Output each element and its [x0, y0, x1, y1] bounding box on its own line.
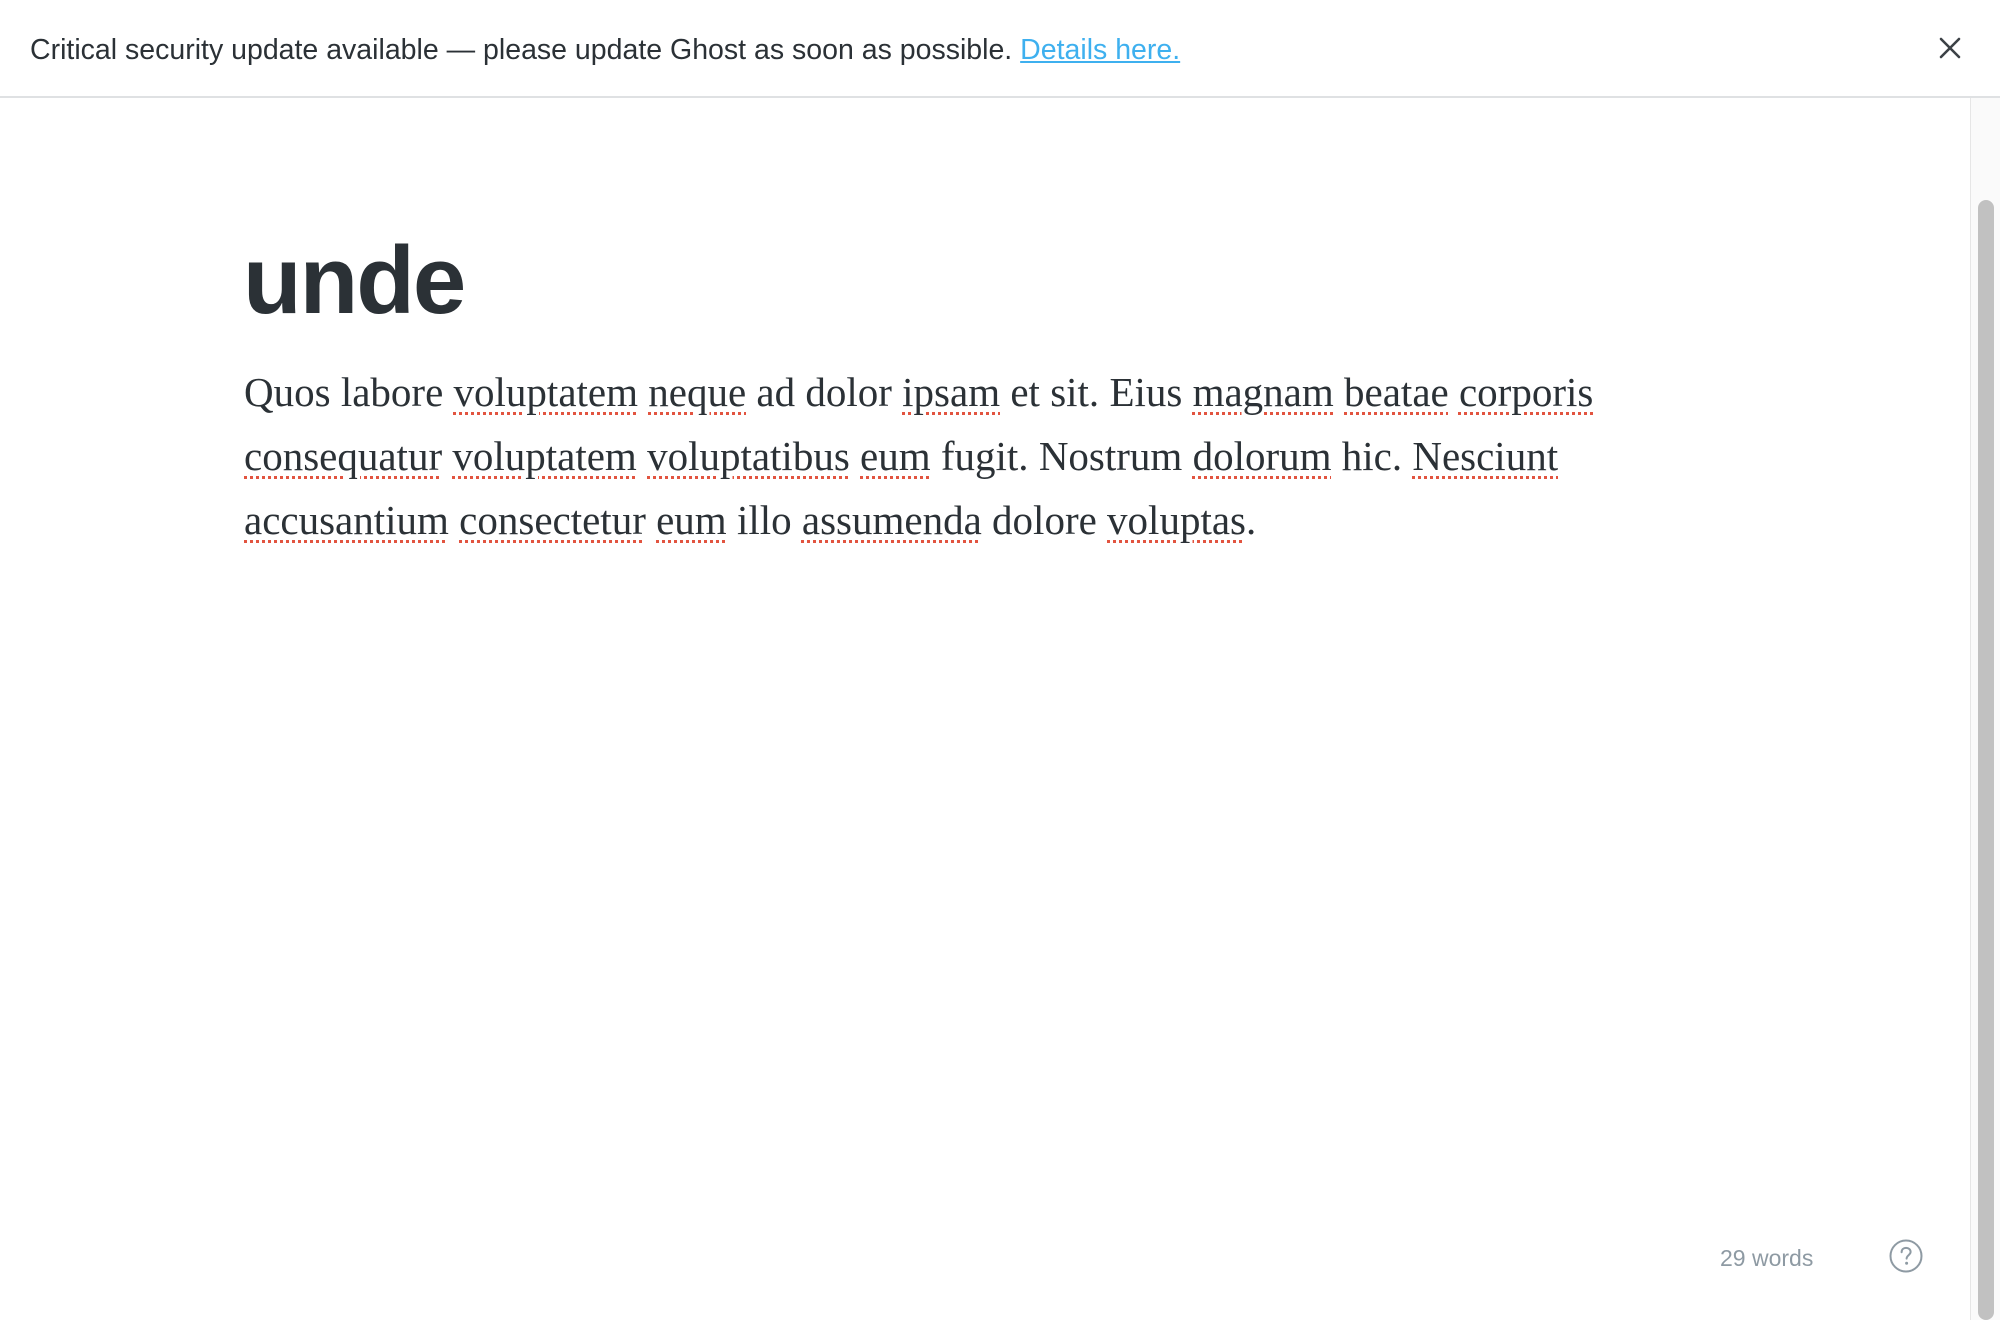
body-punctuation: .	[1245, 497, 1257, 543]
body-word: hic.	[1341, 433, 1403, 479]
post-body[interactable]: Quos labore voluptatem neque ad dolor ip…	[244, 360, 1744, 552]
banner-message: Critical security update available — ple…	[30, 34, 1013, 66]
body-word: accusantium	[244, 497, 449, 543]
banner-text: Critical security update available — ple…	[30, 30, 1180, 70]
notification-banner: Critical security update available — ple…	[0, 0, 2000, 98]
body-word: fugit.	[940, 433, 1029, 479]
body-word: sit.	[1050, 369, 1100, 415]
body-word: Nesciunt	[1412, 433, 1559, 479]
body-word: eum	[860, 433, 931, 479]
body-word: voluptas	[1107, 497, 1246, 543]
body-word: consectetur	[459, 497, 646, 543]
body-word: Quos	[244, 369, 331, 415]
body-word: Nostrum	[1038, 433, 1183, 479]
scrollbar-thumb[interactable]	[1978, 200, 1994, 1320]
help-button[interactable]	[1888, 1238, 1924, 1274]
details-link[interactable]: Details here.	[1020, 34, 1180, 66]
banner-close-button[interactable]	[1932, 30, 1968, 66]
body-word: dolor	[805, 369, 892, 415]
body-word: illo	[736, 497, 792, 543]
post-title[interactable]: unde	[243, 226, 466, 336]
editor-canvas[interactable]: unde Quos labore voluptatem neque ad dol…	[0, 98, 1970, 1320]
body-word: neque	[648, 369, 747, 415]
body-word: corporis	[1458, 369, 1594, 415]
help-icon	[1889, 1239, 1923, 1273]
body-word: ad	[756, 369, 796, 415]
body-word: eum	[656, 497, 727, 543]
close-icon	[1939, 37, 1961, 59]
body-word: consequatur	[244, 433, 443, 479]
body-word: voluptatem	[453, 369, 638, 415]
body-word: magnam	[1192, 369, 1334, 415]
body-word: Eius	[1109, 369, 1183, 415]
body-word: dolore	[992, 497, 1097, 543]
body-word: ipsam	[902, 369, 1001, 415]
body-word: voluptatibus	[647, 433, 850, 479]
body-word: assumenda	[801, 497, 982, 543]
body-word: et	[1010, 369, 1040, 415]
body-word: voluptatem	[452, 433, 637, 479]
body-word: beatae	[1344, 369, 1449, 415]
scrollbar-track[interactable]	[1970, 98, 2000, 1320]
body-word: labore	[340, 369, 444, 415]
body-word: dolorum	[1192, 433, 1332, 479]
word-count: 29 words	[1720, 1245, 1814, 1271]
